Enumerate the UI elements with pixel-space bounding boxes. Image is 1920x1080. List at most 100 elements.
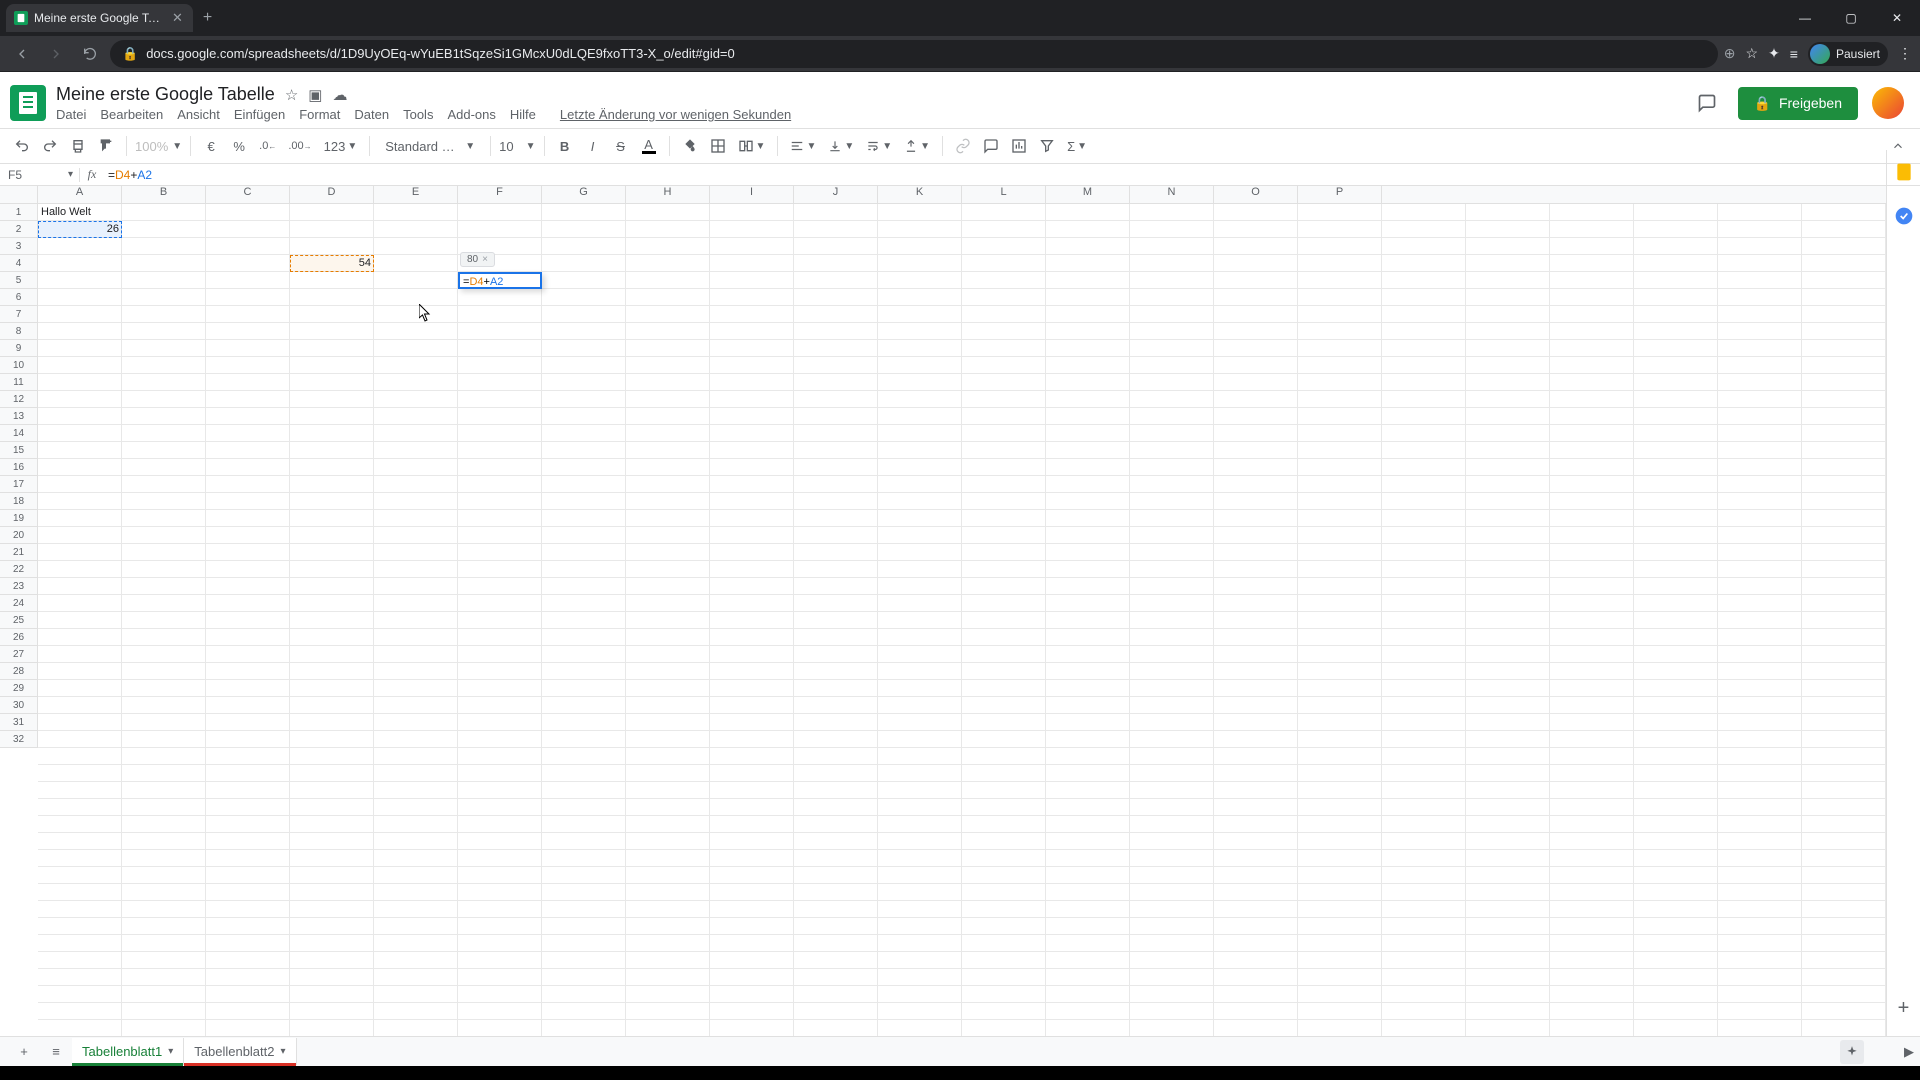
row-header[interactable]: 15	[0, 442, 37, 459]
horizontal-align-button[interactable]: ▼	[786, 133, 820, 159]
minimize-button[interactable]: —	[1782, 0, 1828, 36]
document-title[interactable]: Meine erste Google Tabelle	[56, 84, 275, 105]
cells-area[interactable]: Hallo Welt 26 54 80 × =D4+A2	[38, 204, 1886, 1036]
column-header[interactable]: O	[1214, 186, 1298, 203]
format-currency-button[interactable]: €	[199, 133, 223, 159]
row-header[interactable]: 17	[0, 476, 37, 493]
text-color-button[interactable]: A	[637, 133, 661, 159]
cell-A2[interactable]: 26	[38, 221, 122, 238]
font-family-select[interactable]: Standard (…▼	[378, 138, 482, 155]
row-header[interactable]: 4	[0, 255, 37, 272]
column-header[interactable]: J	[794, 186, 878, 203]
row-header[interactable]: 22	[0, 561, 37, 578]
menu-edit[interactable]: Bearbeiten	[100, 107, 163, 122]
bookmark-star-icon[interactable]: ☆	[1746, 45, 1759, 62]
menu-data[interactable]: Daten	[354, 107, 389, 122]
zoom-indicator-icon[interactable]: ⊕	[1724, 45, 1736, 62]
row-header[interactable]: 13	[0, 408, 37, 425]
row-header[interactable]: 30	[0, 697, 37, 714]
row-header[interactable]: 7	[0, 306, 37, 323]
row-header[interactable]: 26	[0, 629, 37, 646]
row-header[interactable]: 18	[0, 493, 37, 510]
explore-button[interactable]	[1840, 1040, 1864, 1064]
text-wrap-button[interactable]: ▼	[862, 133, 896, 159]
name-box[interactable]: F5 ▾	[0, 168, 80, 182]
insert-link-button[interactable]	[951, 133, 975, 159]
sheet-tab-2[interactable]: Tabellenblatt2 ▾	[184, 1038, 296, 1065]
paint-format-button[interactable]	[94, 133, 118, 159]
row-header[interactable]: 1	[0, 204, 37, 221]
reload-button[interactable]	[76, 40, 104, 68]
cell-D4[interactable]: 54	[290, 255, 374, 272]
column-header[interactable]: L	[962, 186, 1046, 203]
reading-list-icon[interactable]: ≡	[1790, 46, 1798, 62]
number-format-select[interactable]: 123▼	[320, 133, 362, 159]
column-header[interactable]: E	[374, 186, 458, 203]
filter-button[interactable]	[1035, 133, 1059, 159]
bold-button[interactable]: B	[553, 133, 577, 159]
menu-format[interactable]: Format	[299, 107, 340, 122]
row-header[interactable]: 10	[0, 357, 37, 374]
row-header[interactable]: 14	[0, 425, 37, 442]
spreadsheet-grid[interactable]: ABCDEFGHIJKLMNOP 12345678910111213141516…	[0, 186, 1886, 1036]
column-headers[interactable]: ABCDEFGHIJKLMNOP	[38, 186, 1886, 204]
row-header[interactable]: 16	[0, 459, 37, 476]
strikethrough-button[interactable]: S	[609, 133, 633, 159]
vertical-align-button[interactable]: ▼	[824, 133, 858, 159]
row-header[interactable]: 23	[0, 578, 37, 595]
close-icon[interactable]: ×	[482, 254, 488, 265]
row-header[interactable]: 28	[0, 663, 37, 680]
cell-A1[interactable]: Hallo Welt	[38, 204, 122, 221]
move-icon[interactable]: ▣	[308, 86, 322, 104]
print-button[interactable]	[66, 133, 90, 159]
row-header[interactable]: 9	[0, 340, 37, 357]
last-edit-link[interactable]: Letzte Änderung vor wenigen Sekunden	[560, 107, 791, 122]
column-header[interactable]: I	[710, 186, 794, 203]
tasks-icon[interactable]	[1894, 206, 1914, 226]
row-header[interactable]: 29	[0, 680, 37, 697]
column-header[interactable]: A	[38, 186, 122, 203]
column-header[interactable]: P	[1298, 186, 1382, 203]
formula-input[interactable]: =D4+A2	[104, 168, 1920, 182]
sheet-nav-right-icon[interactable]: ▶	[1904, 1044, 1914, 1060]
sheets-logo-icon[interactable]	[10, 85, 46, 121]
browser-menu-icon[interactable]: ⋮	[1898, 45, 1912, 62]
maximize-button[interactable]: ▢	[1828, 0, 1874, 36]
row-header[interactable]: 5	[0, 272, 37, 289]
sheet-tab-1[interactable]: Tabellenblatt1 ▾	[72, 1038, 184, 1065]
column-header[interactable]: F	[458, 186, 542, 203]
sheet-tab-menu-icon[interactable]: ▾	[281, 1046, 286, 1057]
menu-insert[interactable]: Einfügen	[234, 107, 285, 122]
row-header[interactable]: 32	[0, 731, 37, 748]
italic-button[interactable]: I	[581, 133, 605, 159]
url-input[interactable]: 🔒 docs.google.com/spreadsheets/d/1D9UyOE…	[110, 40, 1718, 68]
row-header[interactable]: 3	[0, 238, 37, 255]
row-header[interactable]: 24	[0, 595, 37, 612]
undo-button[interactable]	[10, 133, 34, 159]
row-header[interactable]: 12	[0, 391, 37, 408]
column-header[interactable]: B	[122, 186, 206, 203]
redo-button[interactable]	[38, 133, 62, 159]
row-headers[interactable]: 1234567891011121314151617181920212223242…	[0, 204, 38, 748]
row-header[interactable]: 19	[0, 510, 37, 527]
menu-file[interactable]: Datei	[56, 107, 86, 122]
increase-decimal-button[interactable]: .00→	[284, 133, 315, 159]
add-sheet-button[interactable]: +	[8, 1044, 40, 1059]
browser-tab[interactable]: Meine erste Google Tabelle - Go... ✕	[6, 4, 193, 32]
borders-button[interactable]	[706, 133, 730, 159]
row-header[interactable]: 20	[0, 527, 37, 544]
cell-editor-F5[interactable]: =D4+A2	[458, 272, 542, 289]
row-header[interactable]: 8	[0, 323, 37, 340]
row-header[interactable]: 31	[0, 714, 37, 731]
zoom-select[interactable]: 100%▼	[135, 139, 182, 154]
menu-addons[interactable]: Add-ons	[447, 107, 495, 122]
row-header[interactable]: 27	[0, 646, 37, 663]
column-header[interactable]: D	[290, 186, 374, 203]
functions-button[interactable]: Σ▼	[1063, 133, 1091, 159]
column-header[interactable]: N	[1130, 186, 1214, 203]
profile-chip[interactable]: Pausiert	[1808, 42, 1888, 66]
add-sidepanel-button[interactable]: +	[1898, 997, 1910, 1020]
row-header[interactable]: 2	[0, 221, 37, 238]
back-button[interactable]	[8, 40, 36, 68]
merge-cells-button[interactable]: ▼	[734, 133, 770, 159]
